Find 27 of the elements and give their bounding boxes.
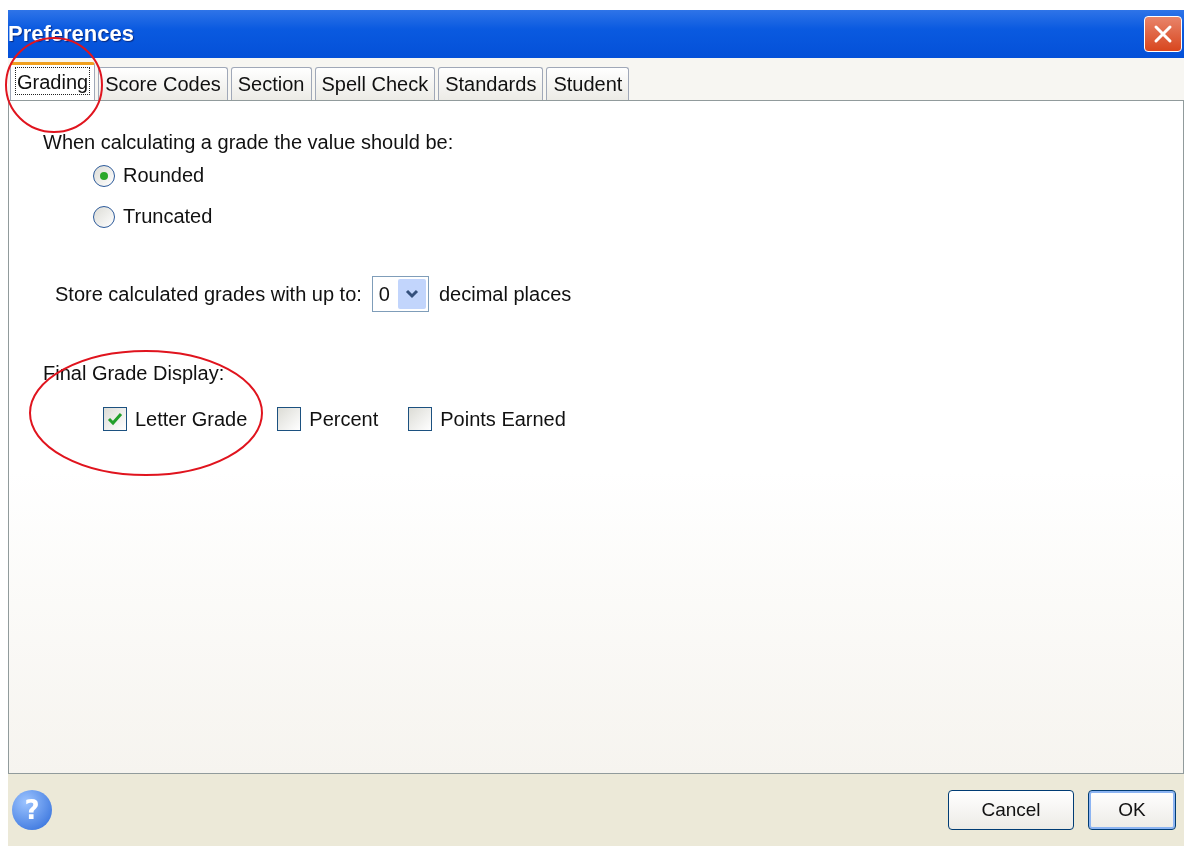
radio-label: Rounded [123,164,205,187]
field-label: Store calculated grades with up to: [55,282,362,306]
tab[interactable]: Standards [438,67,544,100]
field-label: decimal places [439,282,572,306]
checkbox-label: Percent [309,407,379,431]
tab[interactable]: Section [230,67,312,100]
question-label: When calculating a grade the value should be: [43,131,455,154]
tab[interactable]: Student [546,67,630,100]
checkbox-label: Points Earned [440,407,566,431]
tab[interactable]: Score Codes [98,67,228,100]
check-icon [107,412,123,426]
radio-label: Truncated [123,205,213,228]
radio-button[interactable] [93,164,115,187]
tab[interactable]: Spell Check [314,67,436,100]
checkbox[interactable] [103,407,127,431]
chevron-down-icon [405,289,419,299]
dialog-button[interactable]: OK [1088,790,1176,830]
dialog-button[interactable]: Cancel [948,790,1074,830]
decimal-dropdown[interactable]: 0 [371,276,429,312]
window-title: Preferences [8,21,134,47]
checkbox-label: Letter Grade [135,407,248,431]
tab[interactable]: Grading [10,62,96,100]
close-button[interactable] [1144,16,1182,52]
radio-button[interactable] [93,205,115,228]
checkbox[interactable] [277,407,302,431]
close-icon [1153,24,1173,44]
checkbox[interactable] [408,407,433,431]
